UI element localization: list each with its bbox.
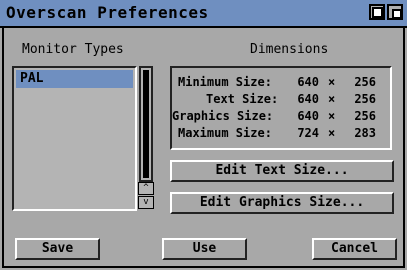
scroll-down-button[interactable]: v [138,196,154,209]
use-button[interactable]: Use [162,238,247,260]
scrollbar[interactable] [139,66,153,182]
dimension-height: 256 [354,109,376,123]
dimension-sep: × [328,92,336,106]
dimension-width: 640 [297,75,319,89]
dimension-label: Maximum Size: [178,126,272,140]
dimensions-heading: Dimensions [250,42,329,57]
save-button[interactable]: Save [15,238,100,260]
dimension-width: 724 [297,126,319,140]
dimension-sep: × [328,75,336,89]
scrollbar-knob[interactable] [143,70,149,178]
dimension-sep: × [328,109,336,123]
list-item[interactable]: PAL [16,70,133,88]
title-bar[interactable]: Overscan Preferences [0,0,407,28]
dimension-sep: × [328,126,336,140]
monitor-types-list[interactable]: PAL [12,66,137,211]
scroll-up-button[interactable]: ^ [138,182,154,195]
dimensions-panel: Minimum Size: 640 × 256 Text Size: 640 ×… [170,66,392,150]
dimension-height: 256 [354,75,376,89]
depth-gadget-icon[interactable] [387,4,403,20]
dimension-label: Graphics Size: [172,109,274,123]
window-title: Overscan Preferences [6,3,209,22]
monitor-types-heading: Monitor Types [22,42,124,57]
dimension-width: 640 [297,92,319,106]
cancel-button[interactable]: Cancel [312,238,397,260]
dimension-width: 640 [297,109,319,123]
dimension-label: Minimum Size: [178,75,272,89]
edit-graphics-size-button[interactable]: Edit Graphics Size... [170,192,394,214]
edit-text-size-button[interactable]: Edit Text Size... [170,160,394,182]
dimension-height: 256 [354,92,376,106]
zoom-gadget-icon[interactable] [369,4,385,20]
dimension-height: 283 [354,126,376,140]
dimension-label: Text Size: [206,92,279,106]
